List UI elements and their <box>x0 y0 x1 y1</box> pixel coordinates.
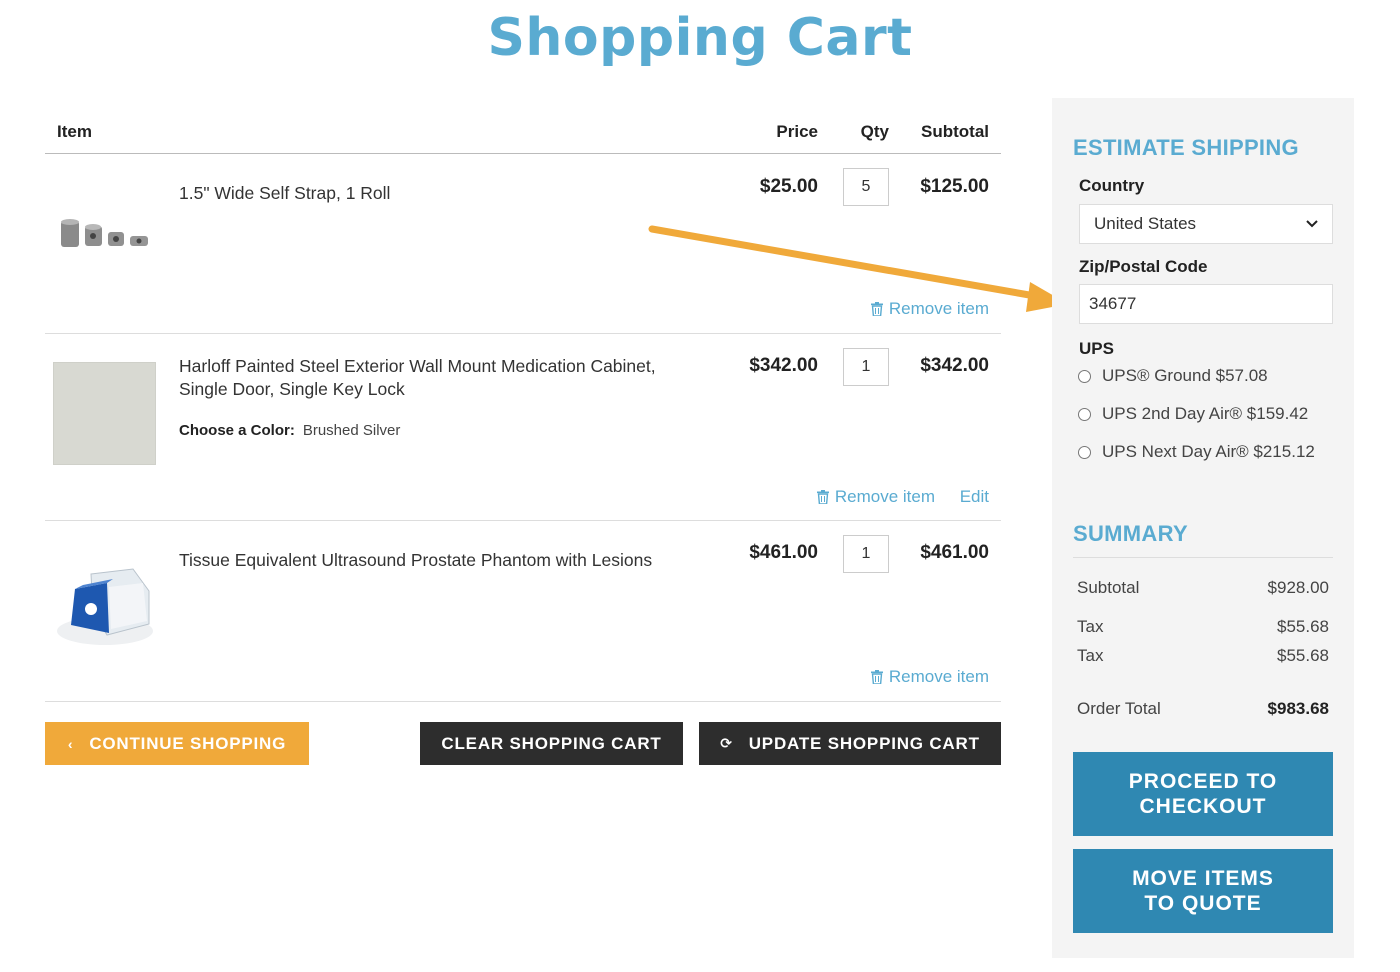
option-label: Choose a Color: <box>179 422 295 439</box>
product-image-phantom[interactable] <box>53 549 156 652</box>
product-name-line: Single Door, Single Key Lock <box>179 379 405 399</box>
summary-value: $55.68 <box>1277 646 1329 665</box>
clear-cart-label: CLEAR SHOPPING CART <box>441 733 662 753</box>
qty-input[interactable] <box>843 348 889 386</box>
qty-input[interactable] <box>843 168 889 206</box>
header-price: Price <box>776 122 818 141</box>
product-name-link[interactable]: Tissue Equivalent Ultrasound Prostate Ph… <box>179 549 699 572</box>
remove-item-label: Remove item <box>834 487 935 506</box>
country-label: Country <box>1079 176 1145 195</box>
item-price: $25.00 <box>759 176 818 197</box>
zip-input[interactable] <box>1079 284 1333 324</box>
shipping-option-label: UPS Next Day Air® $215.12 <box>1102 442 1315 461</box>
cart-table: Item Price Qty Subtotal 1.5" Wide Self S… <box>45 110 1001 702</box>
summary-subtotal-row: Subtotal $928.00 <box>1077 578 1329 598</box>
shipping-option-ground[interactable]: UPS® Ground $57.08 <box>1078 366 1268 386</box>
remove-item-link[interactable]: Remove item <box>870 667 989 687</box>
button-label-line: CHECKOUT <box>1139 795 1267 818</box>
divider <box>1073 557 1333 558</box>
item-subtotal: $461.00 <box>920 542 989 563</box>
button-label-line: PROCEED TO <box>1128 770 1278 793</box>
refresh-icon: ⟳ <box>720 735 733 751</box>
clear-cart-button[interactable]: CLEAR SHOPPING CART <box>420 722 683 765</box>
country-select[interactable]: United States <box>1079 204 1333 244</box>
update-cart-button[interactable]: ⟳ UPDATE SHOPPING CART <box>699 722 1001 765</box>
shipping-option-2nd-day[interactable]: UPS 2nd Day Air® $159.42 <box>1078 404 1308 424</box>
product-image-cabinet[interactable] <box>53 362 156 465</box>
header-qty: Qty <box>860 122 889 141</box>
remove-item-link[interactable]: Remove item <box>816 487 935 507</box>
summary-tax-row: Tax $55.68 <box>1077 646 1329 666</box>
product-name-line: Harloff Painted Steel Exterior Wall Moun… <box>179 356 656 376</box>
zip-label: Zip/Postal Code <box>1079 257 1208 276</box>
cart-row: Harloff Painted Steel Exterior Wall Moun… <box>45 334 1001 521</box>
continue-shopping-button[interactable]: ‹ CONTINUE SHOPPING <box>45 722 309 765</box>
summary-label: Tax <box>1077 617 1104 636</box>
sidebar-panel: ESTIMATE SHIPPING Country United States … <box>1052 98 1354 958</box>
ups-carrier-label: UPS <box>1079 339 1114 358</box>
move-items-to-quote-button[interactable]: MOVE ITEMS TO QUOTE <box>1073 849 1333 933</box>
order-total-value: $983.68 <box>1267 699 1329 718</box>
product-image-strap[interactable] <box>53 174 156 277</box>
shipping-option-next-day[interactable]: UPS Next Day Air® $215.12 <box>1078 442 1315 462</box>
trash-icon <box>870 670 883 684</box>
product-name-link[interactable]: Harloff Painted Steel Exterior Wall Moun… <box>179 355 699 401</box>
estimate-shipping-title: ESTIMATE SHIPPING <box>1073 135 1299 160</box>
remove-item-label: Remove item <box>888 667 989 686</box>
chevron-down-icon <box>1306 220 1318 228</box>
item-price: $461.00 <box>749 542 818 563</box>
radio-button[interactable] <box>1078 407 1091 421</box>
radio-button[interactable] <box>1078 445 1091 459</box>
header-subtotal: Subtotal <box>921 122 989 141</box>
item-subtotal: $125.00 <box>920 176 989 197</box>
summary-label: Order Total <box>1077 699 1161 718</box>
continue-shopping-label: CONTINUE SHOPPING <box>89 733 287 753</box>
summary-tax-row: Tax $55.68 <box>1077 617 1329 637</box>
summary-label: Subtotal <box>1077 578 1140 597</box>
update-cart-label: UPDATE SHOPPING CART <box>748 733 980 753</box>
country-value: United States <box>1094 214 1197 233</box>
radio-button[interactable] <box>1078 369 1091 383</box>
chevron-left-icon: ‹ <box>67 735 74 752</box>
summary-title: SUMMARY <box>1073 521 1188 546</box>
summary-value: $55.68 <box>1277 617 1329 636</box>
proceed-to-checkout-button[interactable]: PROCEED TO CHECKOUT <box>1073 752 1333 836</box>
header-item: Item <box>57 122 92 141</box>
shipping-option-label: UPS 2nd Day Air® $159.42 <box>1102 404 1309 423</box>
qty-input[interactable] <box>843 535 889 573</box>
product-name-link[interactable]: 1.5" Wide Self Strap, 1 Roll <box>179 182 699 205</box>
edit-item-link[interactable]: Edit <box>960 487 989 507</box>
trash-icon <box>816 490 829 504</box>
summary-label: Tax <box>1077 646 1104 665</box>
button-label-line: MOVE ITEMS <box>1132 867 1274 890</box>
summary-total-row: Order Total $983.68 <box>1077 699 1329 719</box>
cart-row: Tissue Equivalent Ultrasound Prostate Ph… <box>45 521 1001 702</box>
arrow-annotation <box>648 225 1068 312</box>
item-subtotal: $342.00 <box>920 355 989 376</box>
button-label-line: TO QUOTE <box>1144 892 1262 915</box>
page-title: Shopping Cart <box>487 8 913 68</box>
product-option: Choose a Color: Brushed Silver <box>179 422 400 439</box>
item-price: $342.00 <box>749 355 818 376</box>
option-value: Brushed Silver <box>302 422 401 439</box>
shipping-option-label: UPS® Ground $57.08 <box>1102 366 1268 385</box>
summary-value: $928.00 <box>1267 578 1329 597</box>
cart-header: Item Price Qty Subtotal <box>45 110 1001 154</box>
